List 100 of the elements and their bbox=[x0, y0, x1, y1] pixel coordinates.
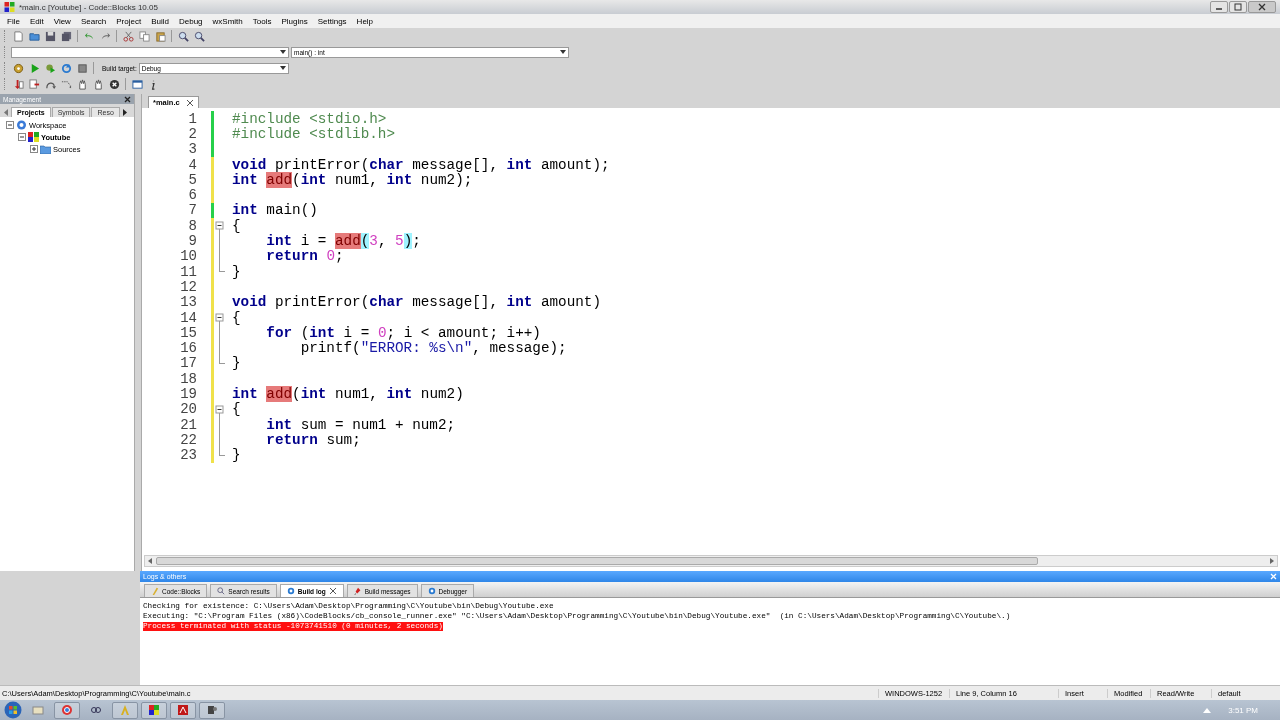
browser-icon bbox=[61, 704, 73, 716]
menu-item[interactable]: View bbox=[48, 16, 76, 26]
window-icon bbox=[131, 78, 143, 90]
taskbar-button[interactable] bbox=[170, 701, 196, 719]
caret-icon bbox=[280, 50, 286, 54]
number-literal: 0 bbox=[326, 248, 335, 265]
runner-icon bbox=[119, 704, 131, 716]
keyword: void bbox=[232, 294, 267, 311]
close-icon[interactable] bbox=[124, 95, 131, 103]
taskbar-button[interactable] bbox=[199, 701, 225, 719]
menu-item[interactable]: Project bbox=[111, 16, 147, 26]
app-icon bbox=[4, 2, 15, 12]
stop-button[interactable] bbox=[75, 61, 89, 75]
line-number: 11 bbox=[179, 263, 198, 280]
code-text: ( bbox=[292, 386, 301, 402]
search-button[interactable] bbox=[176, 29, 190, 43]
code-text: i = bbox=[342, 324, 371, 341]
scope-dropdown[interactable] bbox=[11, 46, 289, 58]
search-icon bbox=[193, 30, 205, 42]
menu-item[interactable]: Edit bbox=[24, 16, 49, 26]
keyword: char bbox=[369, 294, 404, 311]
keyword: void bbox=[232, 156, 267, 173]
gear-play-icon bbox=[44, 62, 56, 74]
menu-item[interactable]: wxSmith bbox=[207, 16, 248, 26]
code-text: ; bbox=[412, 233, 421, 250]
code-text: ( bbox=[299, 324, 310, 341]
keyword: int bbox=[300, 171, 327, 188]
menu-item[interactable]: File bbox=[2, 16, 25, 26]
search-icon bbox=[177, 30, 189, 42]
keyword: int bbox=[386, 171, 413, 188]
cut-button[interactable] bbox=[121, 29, 135, 43]
copy-button[interactable] bbox=[137, 29, 151, 43]
code-text: } bbox=[232, 355, 241, 372]
close-circle-button[interactable] bbox=[107, 77, 121, 91]
scroll-right-icon[interactable] bbox=[120, 108, 129, 117]
search-button[interactable] bbox=[192, 29, 206, 43]
new-file-button[interactable] bbox=[11, 29, 25, 43]
maximize-button[interactable] bbox=[1229, 1, 1247, 13]
code-text: { bbox=[232, 309, 241, 326]
line-number: 23 bbox=[179, 447, 198, 464]
minimize-button[interactable] bbox=[1210, 1, 1228, 13]
infinity-icon bbox=[90, 704, 102, 716]
keyword: return bbox=[266, 431, 318, 448]
expand-icon[interactable] bbox=[30, 145, 38, 153]
menu-item[interactable]: Search bbox=[75, 16, 112, 26]
refresh-icon bbox=[60, 62, 72, 74]
close-icon[interactable] bbox=[185, 98, 194, 107]
refresh-button[interactable] bbox=[59, 61, 73, 75]
close-button[interactable] bbox=[1248, 1, 1276, 13]
menu-item[interactable]: Help bbox=[351, 16, 379, 26]
pin-icon bbox=[353, 587, 362, 595]
code-text: message[], bbox=[411, 156, 499, 173]
line-number: 7 bbox=[187, 202, 198, 219]
keyword: int bbox=[506, 156, 533, 173]
collapse-icon[interactable] bbox=[18, 133, 26, 141]
code-text: printError( bbox=[273, 156, 370, 173]
clock: 3:51 PM bbox=[1228, 705, 1258, 715]
start-button[interactable] bbox=[4, 701, 22, 719]
menu-item[interactable]: Build bbox=[146, 16, 174, 26]
show-hidden-icons-icon[interactable] bbox=[1203, 707, 1212, 713]
gear-play-button[interactable] bbox=[43, 61, 57, 75]
code-text: } bbox=[232, 263, 241, 280]
save-all-icon bbox=[60, 30, 72, 42]
code-text: printError( bbox=[273, 294, 370, 311]
taskbar-button[interactable] bbox=[141, 701, 167, 719]
save-button[interactable] bbox=[43, 29, 57, 43]
scroll-left-icon[interactable] bbox=[146, 557, 154, 565]
keyword: char bbox=[369, 156, 404, 173]
paste-icon bbox=[154, 30, 166, 42]
code-text: num2) bbox=[419, 386, 464, 402]
keyword: int bbox=[232, 386, 259, 402]
horizontal-scrollbar[interactable] bbox=[144, 555, 1278, 567]
window-button[interactable] bbox=[130, 77, 144, 91]
line-number: 19 bbox=[179, 386, 198, 402]
line-number: 20 bbox=[179, 401, 198, 418]
fold-toggle-icon[interactable] bbox=[215, 218, 225, 234]
menu-item[interactable]: Plugins bbox=[276, 16, 313, 26]
stop-icon bbox=[76, 62, 88, 74]
collapse-icon[interactable] bbox=[6, 121, 14, 129]
hand-icon bbox=[92, 78, 104, 90]
line-number: 3 bbox=[187, 141, 198, 158]
highlighted-identifier: add bbox=[266, 171, 293, 188]
matched-brace: ( bbox=[360, 233, 370, 250]
save-all-button[interactable] bbox=[59, 29, 73, 43]
gear-button[interactable] bbox=[11, 61, 25, 75]
code-text: , bbox=[377, 233, 388, 250]
menu-item[interactable]: Tools bbox=[247, 16, 277, 26]
scroll-right-icon[interactable] bbox=[1268, 557, 1276, 565]
line-number: 2 bbox=[187, 125, 198, 142]
menu-item[interactable]: Settings bbox=[312, 16, 352, 26]
keyword: int bbox=[232, 171, 259, 188]
menu-item[interactable]: Debug bbox=[173, 16, 208, 26]
caret-icon bbox=[560, 50, 566, 54]
code-text: main() bbox=[265, 202, 318, 219]
close-icon[interactable] bbox=[328, 587, 337, 595]
taskbar-button[interactable] bbox=[54, 701, 80, 719]
paste-button[interactable] bbox=[153, 29, 167, 43]
keyword: int bbox=[232, 202, 258, 219]
document-arrow-button[interactable] bbox=[27, 77, 41, 91]
scrollbar-thumb[interactable] bbox=[156, 557, 1038, 565]
